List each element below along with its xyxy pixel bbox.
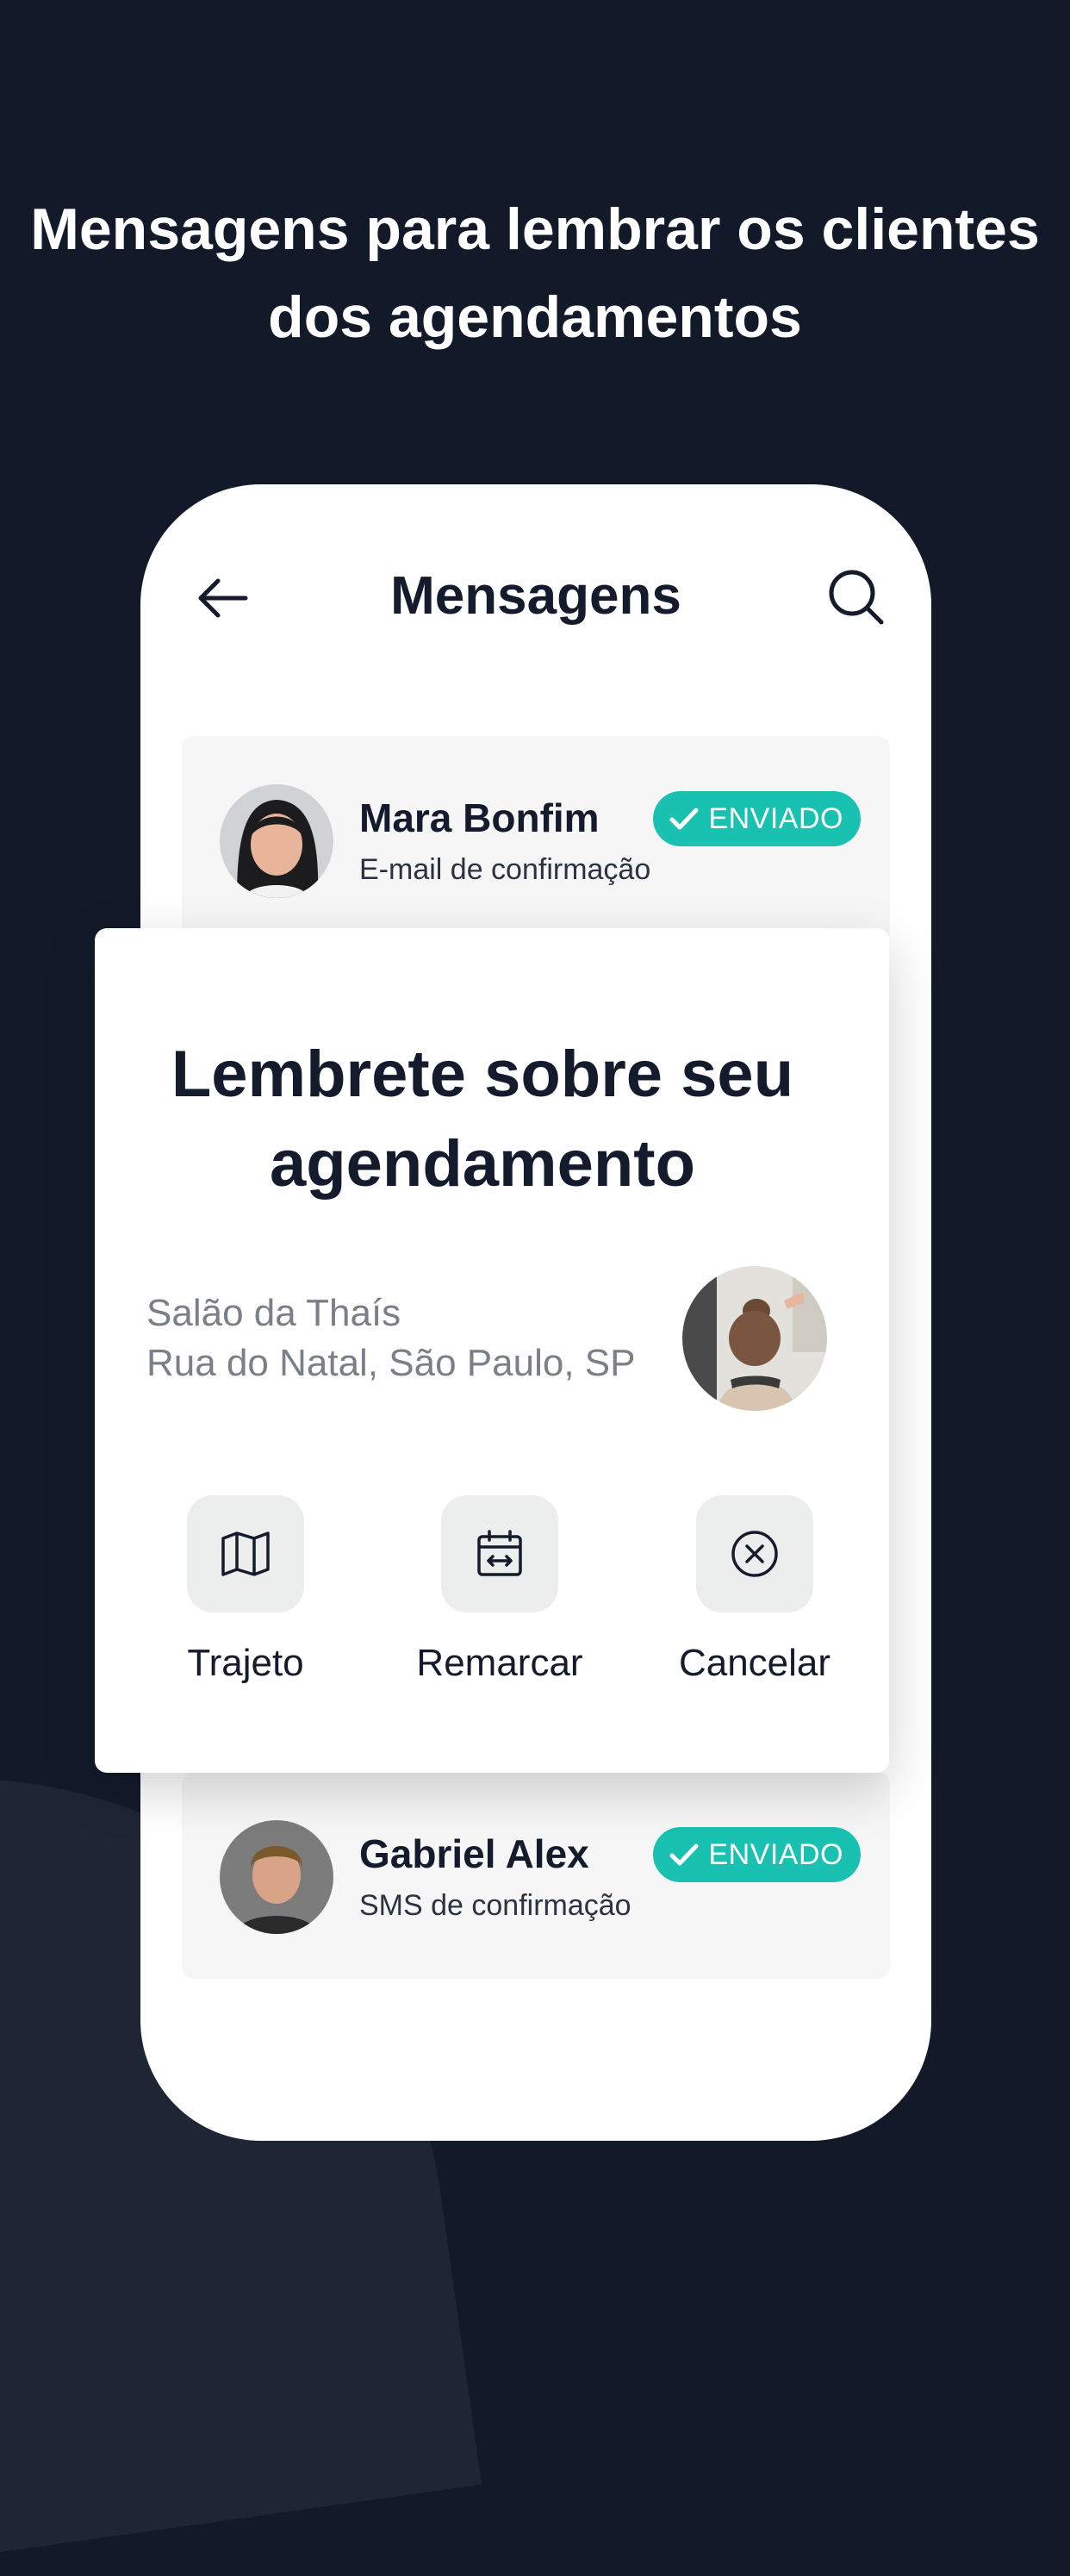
screen-title: Mensagens xyxy=(390,566,681,626)
contact-name: Mara Bonfim xyxy=(359,795,600,840)
status-text: ENVIADO xyxy=(708,801,843,835)
place-name: Salão da Thaís xyxy=(146,1292,401,1334)
status-badge: ENVIADO xyxy=(653,791,861,846)
reschedule-label: Remarcar xyxy=(416,1642,583,1684)
route-label: Trajeto xyxy=(187,1642,304,1684)
calendar-reschedule-icon[interactable] xyxy=(441,1495,558,1612)
message-item[interactable]: Mara Bonfim E-mail de confirmação ENVIAD… xyxy=(182,736,890,943)
place-address: Rua do Natal, São Paulo, SP xyxy=(146,1342,636,1384)
reminder-title-line-1: Lembrete sobre seu xyxy=(171,1038,794,1111)
check-icon xyxy=(669,808,699,830)
reschedule-action[interactable]: Remarcar xyxy=(396,1495,603,1685)
place-info: Salão da Thaís Rua do Natal, São Paulo, … xyxy=(146,1288,635,1388)
avatar xyxy=(220,1820,333,1934)
promo-headline: Mensagens para lembrar os clientes dos a… xyxy=(0,185,1070,361)
message-type: SMS de confirmação xyxy=(359,1889,631,1922)
message-type: E-mail de confirmação xyxy=(359,853,651,886)
search-icon[interactable] xyxy=(826,567,886,627)
headline-line-2: dos agendamentos xyxy=(268,284,802,350)
map-icon[interactable] xyxy=(187,1495,304,1612)
contact-name: Gabriel Alex xyxy=(359,1831,589,1876)
message-item[interactable]: Gabriel Alex SMS de confirmação ENVIADO xyxy=(182,1772,890,1979)
check-icon xyxy=(669,1843,699,1866)
reminder-title: Lembrete sobre seu agendamento xyxy=(95,1030,870,1209)
avatar xyxy=(220,784,333,898)
headline-line-1: Mensagens para lembrar os clientes xyxy=(30,196,1040,262)
route-action[interactable]: Trajeto xyxy=(142,1495,349,1685)
status-badge: ENVIADO xyxy=(653,1827,861,1882)
salon-photo xyxy=(682,1266,827,1411)
reminder-card: Lembrete sobre seu agendamento Salão da … xyxy=(95,928,889,1773)
reminder-title-line-2: agendamento xyxy=(269,1127,696,1201)
cancel-circle-icon[interactable] xyxy=(696,1495,813,1612)
cancel-action[interactable]: Cancelar xyxy=(651,1495,858,1685)
status-text: ENVIADO xyxy=(708,1837,843,1871)
cancel-label: Cancelar xyxy=(678,1642,831,1684)
